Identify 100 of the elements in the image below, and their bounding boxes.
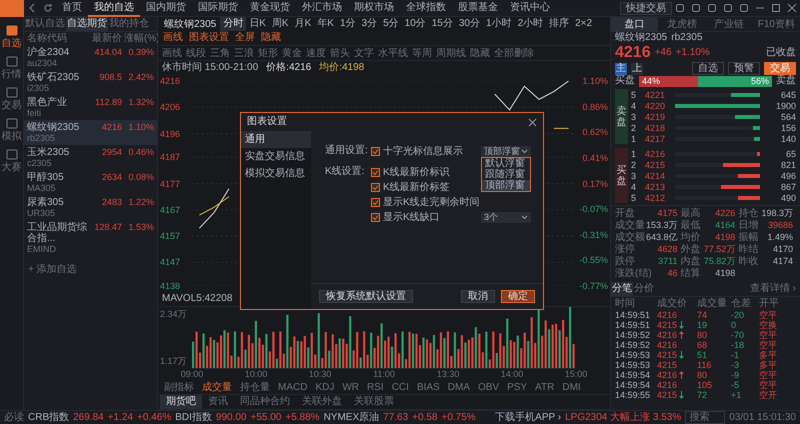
period-tab[interactable]: 分时 (220, 17, 246, 31)
indicator-tab[interactable]: DMI (558, 380, 585, 394)
period-tab[interactable]: 10分 (402, 17, 429, 31)
nav-tab[interactable]: 全球指数 (400, 0, 452, 16)
period-tab[interactable]: 5分 (380, 17, 402, 31)
drawing-tool[interactable]: 三浪 (232, 46, 256, 60)
bottom-tab[interactable]: 资讯 (202, 395, 234, 409)
watchlist-row[interactable]: 工业品期货综合指... EMIND 128.47 1.53% (24, 220, 157, 256)
nav-tab[interactable]: 国际期货 (192, 0, 244, 16)
nav-tab[interactable]: 期权市场 (348, 0, 400, 16)
drawing-tool[interactable]: 周期线 (434, 46, 468, 60)
settings-nav-item[interactable]: 模拟交易信息 (241, 165, 311, 182)
cancel-button[interactable]: 取消 (461, 290, 495, 303)
trades-tab[interactable]: 分价 (633, 282, 655, 296)
checkbox[interactable] (371, 147, 380, 156)
drawing-tool[interactable]: 文字 (352, 46, 376, 60)
toolbar-action[interactable]: 画线 (160, 31, 186, 45)
watchlist-row[interactable]: 铁矿石2305 i2305 908.5 2.42% (24, 70, 157, 95)
toolbar-action[interactable]: 图表设置 (186, 31, 232, 45)
checkbox[interactable] (371, 198, 380, 207)
period-tab[interactable]: 1分 (336, 17, 358, 31)
toolbar-action[interactable]: 2×2 (572, 17, 596, 31)
drawing-tool[interactable]: 隐藏 (468, 46, 492, 60)
drawing-tool[interactable]: 三角 (208, 46, 232, 60)
nav-tab[interactable]: 外汇市场 (296, 0, 348, 16)
nav-tab[interactable]: 国内期货 (140, 0, 192, 16)
reset-defaults-button[interactable]: 恢复系统默认设置 (319, 290, 413, 303)
watchlist-tab[interactable]: 我的持仓 (108, 17, 150, 31)
confirm-button[interactable]: 确定 (501, 290, 535, 303)
indicator-tab[interactable]: DMA (444, 380, 474, 394)
close-icon[interactable] (528, 118, 537, 126)
toolbar-action[interactable]: 隐藏 (258, 31, 284, 45)
nav-tab[interactable]: 首页 (56, 0, 88, 16)
indicator-tab[interactable]: BIAS (412, 380, 444, 394)
panel-tab[interactable]: 龙虎榜 (658, 17, 706, 32)
quote-button[interactable]: 自选 (692, 62, 724, 75)
toolbar-action[interactable]: 排序 (546, 17, 572, 31)
panel-tab[interactable]: F10资料 (752, 17, 800, 32)
bottom-tab[interactable]: 同品种合约 (234, 395, 296, 409)
indicator-tab[interactable]: CCI (388, 380, 413, 394)
nav-tab[interactable]: 资讯中心 (504, 0, 556, 16)
dropdown-option[interactable]: 跟随浮窗 (482, 169, 530, 180)
indicator-tab[interactable]: OBV (474, 380, 504, 394)
indicator-tab[interactable]: KDJ (311, 380, 338, 394)
period-tab[interactable]: 30分 (456, 17, 483, 31)
rail-item[interactable]: 模拟 (2, 118, 22, 143)
quick-trade-button[interactable]: 快捷交易 (620, 2, 672, 14)
watchlist-row[interactable]: 甲醇305 MA305 2634 0.08% (24, 170, 157, 195)
indicator-tab[interactable]: ATR (531, 380, 558, 394)
indicator-tab[interactable]: 持仓量 (236, 380, 274, 394)
checkbox[interactable] (371, 168, 380, 177)
settings-nav-item[interactable]: 实盘交易信息 (241, 148, 311, 165)
drawing-tool[interactable]: 水平线 (376, 46, 410, 60)
rail-item[interactable]: 自选 (2, 25, 22, 50)
details-link[interactable]: 查看详情 › (750, 283, 800, 295)
panel-tab[interactable]: 产业链 (706, 17, 753, 32)
drawing-tool[interactable]: 线段 (184, 46, 208, 60)
watchlist-tab[interactable]: 自选期货 (66, 17, 108, 31)
checkbox[interactable] (371, 183, 380, 192)
back-icon[interactable] (27, 3, 37, 13)
quote-button[interactable]: 交易 (764, 62, 796, 75)
dropdown-option[interactable]: 默认浮窗 (482, 158, 530, 169)
indicator-tab[interactable]: 成交量 (198, 380, 236, 394)
trades-tab[interactable]: 分笔 (611, 282, 633, 296)
indicator-tab[interactable]: WR (338, 380, 364, 394)
toolbar-action[interactable]: 全屏 (232, 31, 258, 45)
checkbox[interactable] (371, 213, 380, 222)
nav-tab[interactable]: 股票基金 (452, 0, 504, 16)
mode-toggle[interactable]: 上 (631, 62, 643, 74)
drawing-tool[interactable]: 画线 (160, 46, 184, 60)
bottom-tab[interactable]: 期货吧 (160, 395, 202, 409)
add-watchlist-link[interactable]: + 添加自选 (24, 256, 157, 282)
bottom-tab[interactable]: 关联外盘 (296, 395, 348, 409)
dropdown-select[interactable]: 顶部浮窗 (481, 146, 531, 157)
dropdown-option[interactable]: 顶部浮窗 (482, 180, 530, 191)
indicator-tab[interactable]: RSI (363, 380, 388, 394)
drawing-tool[interactable]: 箭头 (328, 46, 352, 60)
rail-item[interactable]: 交易 (2, 87, 22, 112)
drawing-tool[interactable]: 速度 (304, 46, 328, 60)
search-field[interactable]: 搜索 (685, 411, 726, 424)
period-tab[interactable]: 日K (246, 17, 269, 31)
period-tab[interactable]: 2小时 (514, 17, 546, 31)
drawing-tool[interactable]: 黄金 (280, 46, 304, 60)
settings-nav-item[interactable]: 通用 (241, 131, 311, 148)
dropdown-select[interactable]: 3个 (481, 212, 531, 223)
maximize-icon[interactable] (771, 3, 781, 13)
quote-button[interactable]: 预警 (728, 62, 760, 75)
period-tab[interactable]: 3分 (358, 17, 380, 31)
watchlist-row[interactable]: 黑色产业 feiti 112.89 1.32% (24, 95, 157, 120)
indicator-tab[interactable]: PSY (503, 380, 532, 394)
watchlist-row[interactable]: 尿素305 UR305 2483 1.22% (24, 195, 157, 220)
period-tab[interactable]: 15分 (428, 17, 456, 31)
close-icon[interactable] (787, 3, 797, 13)
drawing-tool[interactable]: 全部删除 (492, 46, 536, 60)
period-tab[interactable]: 年K (314, 17, 337, 31)
period-tab[interactable]: 月K (292, 17, 314, 31)
drawing-tool[interactable]: 等周 (410, 46, 434, 60)
period-tab[interactable]: 1小时 (483, 17, 515, 31)
period-tab[interactable]: 周K (268, 17, 292, 31)
watchlist-tab[interactable]: 默认自选 (24, 17, 66, 31)
